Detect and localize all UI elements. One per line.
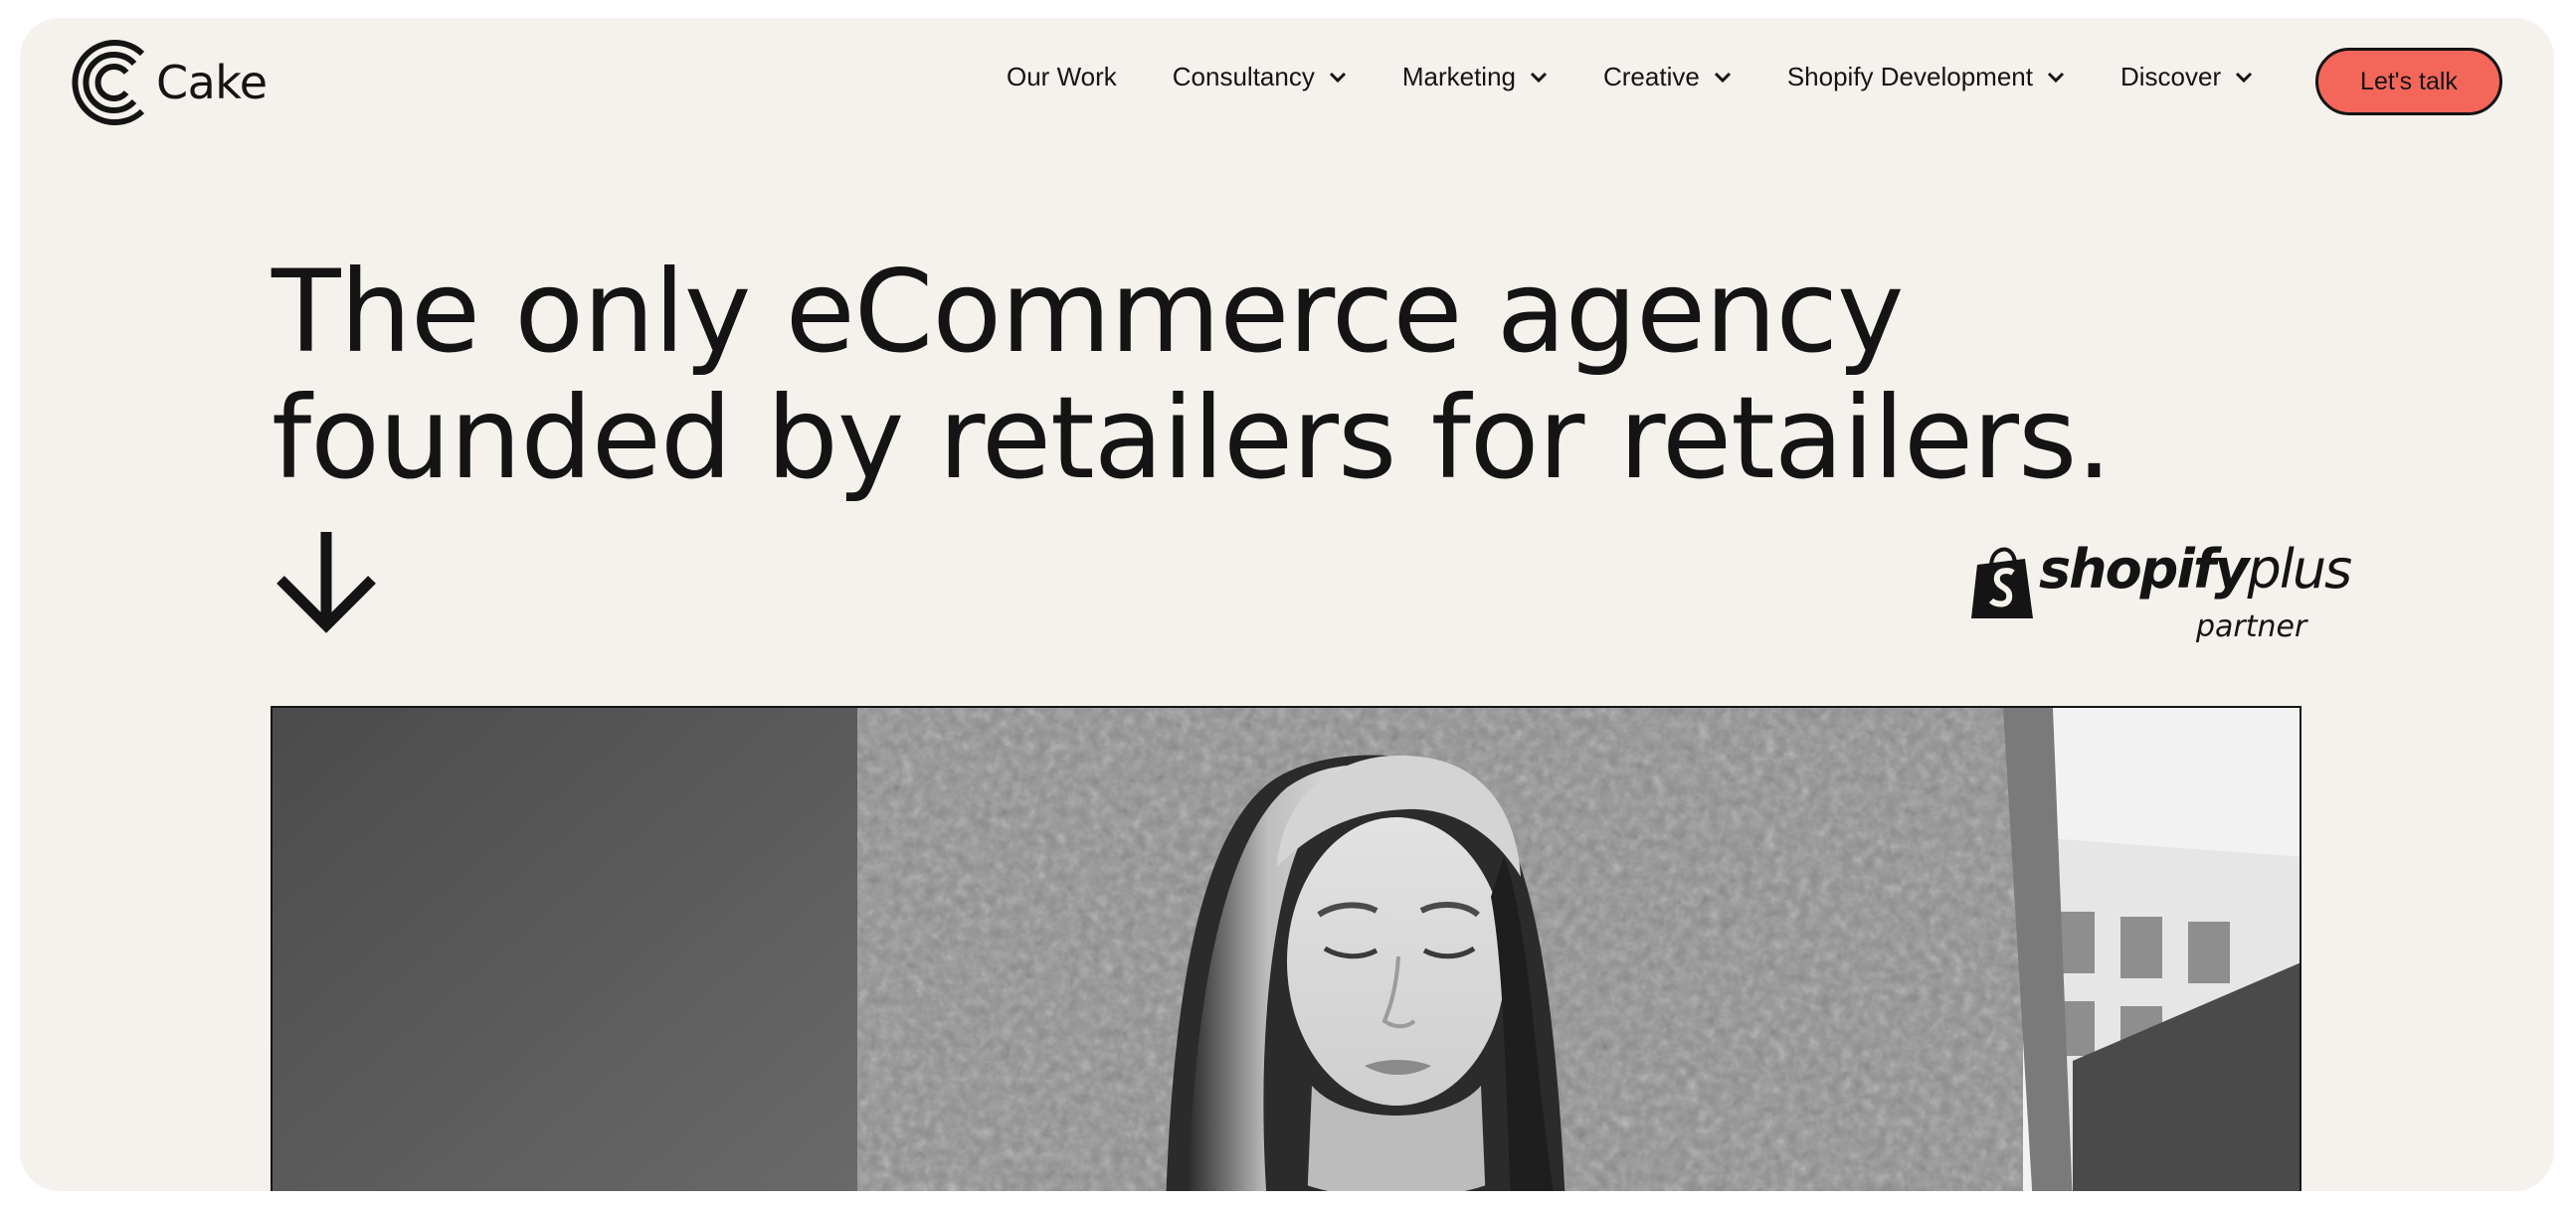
nav-item-our-work[interactable]: Our Work (1007, 62, 1117, 92)
nav-item-marketing[interactable]: Marketing (1402, 62, 1548, 92)
hero-title-line-2: founded by retailers for retailers. (272, 372, 2113, 504)
main-nav: Our Work Consultancy Marketing Creative … (1007, 62, 2253, 92)
shopify-bag-icon (1971, 547, 2033, 618)
lets-talk-button[interactable]: Let's talk (2315, 48, 2502, 115)
hero-title-line-1: The only eCommerce agency (272, 246, 1905, 378)
hero-photo-image (273, 708, 2300, 1191)
hero-title: The only eCommerce agency founded by ret… (272, 249, 2161, 501)
chevron-down-icon (1530, 72, 1548, 83)
nav-item-label: Shopify Development (1786, 62, 2033, 91)
cake-logo-icon (72, 40, 145, 125)
partner-label: partner (2196, 609, 2307, 644)
hero-photo (271, 706, 2301, 1191)
logo-link[interactable]: Cake (65, 38, 268, 127)
nav-item-shopify-development[interactable]: Shopify Development (1787, 62, 2065, 92)
nav-item-label: Consultancy (1172, 62, 1315, 91)
nav-item-creative[interactable]: Creative (1603, 62, 1732, 92)
nav-item-label: Marketing (1401, 62, 1516, 91)
chevron-down-icon (1714, 72, 1731, 83)
shopify-plus-partner-badge: shopifyplus partner (1947, 527, 2352, 646)
logo-text: Cake (156, 56, 268, 109)
shopify-word: shopify (2039, 538, 2250, 601)
nav-item-discover[interactable]: Discover (2120, 62, 2253, 92)
chevron-down-icon (2236, 72, 2253, 83)
nav-item-label: Discover (2119, 62, 2222, 91)
nav-item-label: Creative (1603, 62, 1700, 91)
nav-item-label: Our Work (1007, 62, 1117, 91)
shopify-plus-wordmark: shopifyplus (2039, 543, 2352, 597)
page-frame: Cake Our Work Consultancy Marketing Crea… (20, 18, 2554, 1191)
arrow-down-icon[interactable] (273, 530, 380, 637)
site-header: Cake Our Work Consultancy Marketing Crea… (20, 18, 2554, 167)
plus-word: plus (2247, 538, 2353, 601)
chevron-down-icon (2047, 72, 2065, 83)
chevron-down-icon (1329, 72, 1346, 83)
nav-item-consultancy[interactable]: Consultancy (1173, 62, 1347, 92)
